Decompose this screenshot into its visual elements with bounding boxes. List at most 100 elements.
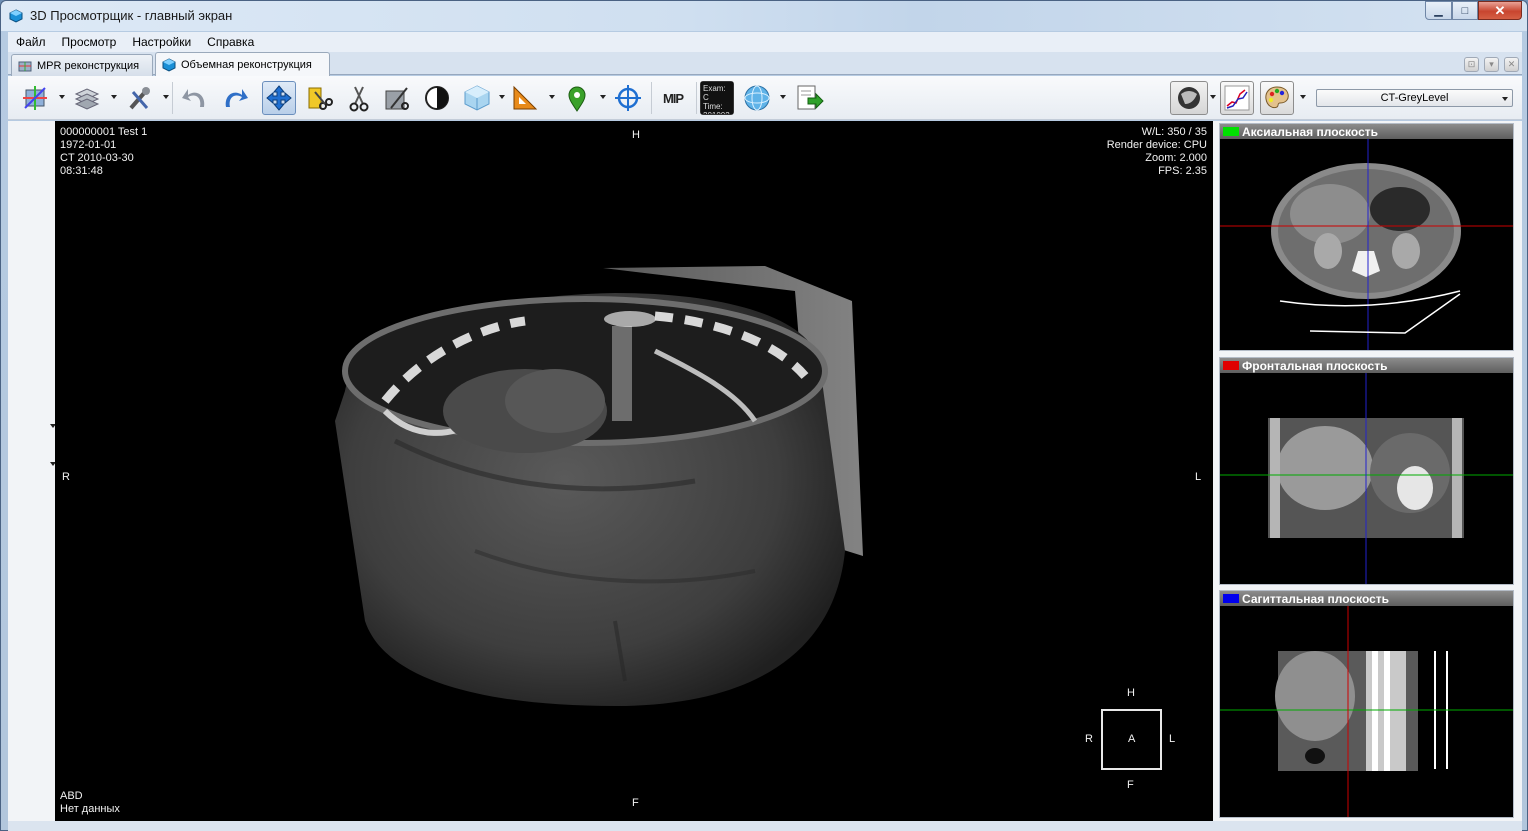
layers-button[interactable] xyxy=(70,81,104,115)
cube-icon xyxy=(464,85,490,111)
undo-button[interactable] xyxy=(178,81,212,115)
cube-tab-icon xyxy=(162,57,176,72)
sagittal-color-swatch xyxy=(1223,594,1239,603)
tab-mpr[interactable]: MPR реконструкция xyxy=(11,54,153,76)
palette-button[interactable] xyxy=(1260,81,1294,115)
maximize-button[interactable]: □ xyxy=(1452,1,1478,20)
frontal-color-swatch xyxy=(1223,361,1239,370)
minimize-button[interactable]: ▁ xyxy=(1425,1,1452,20)
color-preset-value: CT-GreyLevel xyxy=(1380,92,1449,104)
render-mode-icon xyxy=(1178,87,1200,109)
cube-right-label: L xyxy=(1169,733,1176,745)
ruler-triangle-icon xyxy=(513,85,538,110)
fps-value: FPS: 2.35 xyxy=(1158,165,1207,177)
palette-icon xyxy=(1265,86,1289,109)
tools-icon xyxy=(129,87,150,110)
frontal-ct-image xyxy=(1220,373,1513,584)
study-footer: ABD Нет данных xyxy=(60,790,120,816)
histogram-button[interactable] xyxy=(1220,81,1254,115)
histogram-icon xyxy=(1224,85,1250,111)
menu-settings[interactable]: Настройки xyxy=(124,35,199,49)
tab-bar: MPR реконструкция Объемная реконструкция… xyxy=(8,52,1522,76)
sagittal-ct-image xyxy=(1220,606,1513,817)
exam-info-button[interactable]: Exam: C Time: 201002 xyxy=(700,81,734,115)
sagittal-plane-view[interactable]: Сагиттальная плоскость xyxy=(1219,590,1514,818)
axial-plane-header: Аксиальная плоскость xyxy=(1220,124,1513,139)
status-bar xyxy=(8,821,1522,831)
scissors-button[interactable] xyxy=(342,81,376,115)
sphere-button[interactable] xyxy=(740,81,774,115)
menu-view[interactable]: Просмотр xyxy=(54,35,125,49)
sagittal-plane-header: Сагиттальная плоскость xyxy=(1220,591,1513,606)
marker-button[interactable] xyxy=(560,81,594,115)
patient-info: 000000001 Test 1 1972-01-01 CT 2010-03-3… xyxy=(60,126,147,178)
cut-yellow-button[interactable] xyxy=(302,81,336,115)
cube-center-label: A xyxy=(1128,733,1136,745)
axial-ct-image xyxy=(1220,139,1513,350)
window-level: W/L: 350 / 35 xyxy=(1141,126,1207,138)
layers-icon xyxy=(74,88,100,110)
render-info: W/L: 350 / 35 Render device: CPU Zoom: 2… xyxy=(1107,126,1207,178)
app-icon xyxy=(9,9,23,23)
axial-plane-title: Аксиальная плоскость xyxy=(1242,124,1379,139)
tab-volume-label: Объемная реконструкция xyxy=(181,58,312,71)
body-part: ABD xyxy=(60,790,83,802)
left-side-panel xyxy=(8,121,56,821)
no-data-text: Нет данных xyxy=(60,803,120,815)
orientation-right: L xyxy=(1195,471,1202,483)
export-button[interactable] xyxy=(792,81,826,115)
volume-render-viewport[interactable]: 000000001 Test 1 1972-01-01 CT 2010-03-3… xyxy=(55,121,1213,821)
birth-date: 1972-01-01 xyxy=(60,139,117,151)
study-date: CT 2010-03-30 xyxy=(60,152,134,164)
redo-button[interactable] xyxy=(218,81,252,115)
orientation-bottom: F xyxy=(632,797,639,809)
menu-file[interactable]: Файл xyxy=(8,35,54,49)
tab-restore-button[interactable]: ⊡ xyxy=(1464,57,1479,72)
redo-icon xyxy=(225,89,248,107)
ruler-button[interactable] xyxy=(508,81,542,115)
cut-icon xyxy=(308,87,333,110)
undo-icon xyxy=(182,89,205,107)
mpr-orientation-button[interactable] xyxy=(18,81,52,115)
cube-button[interactable] xyxy=(460,81,494,115)
axial-color-swatch xyxy=(1223,127,1239,136)
patient-id: 000000001 Test 1 xyxy=(60,126,148,138)
volume-render-image xyxy=(335,266,1162,770)
axial-plane-view[interactable]: Аксиальная плоскость xyxy=(1219,123,1514,351)
menu-help[interactable]: Справка xyxy=(199,35,262,49)
orientation-top: H xyxy=(632,129,640,141)
tab-close-button[interactable]: ✕ xyxy=(1504,57,1519,72)
crop-button[interactable] xyxy=(380,81,414,115)
chevron-down-icon xyxy=(1502,97,1508,101)
mpr-orientation-icon xyxy=(23,86,47,110)
mip-button[interactable]: MIP xyxy=(656,81,690,115)
scissors-icon xyxy=(349,86,369,112)
close-button[interactable]: ✕ xyxy=(1478,1,1522,20)
crosshair-button[interactable] xyxy=(611,81,645,115)
planes-panel: Аксиальная плоскость Фронтальная плоскос… xyxy=(1213,121,1522,821)
export-icon xyxy=(797,85,824,110)
cube-top-label: H xyxy=(1127,687,1135,699)
contrast-icon xyxy=(425,86,449,110)
color-preset-select[interactable]: CT-GreyLevel xyxy=(1316,89,1513,107)
cube-left-label: R xyxy=(1085,733,1093,745)
menu-bar: Файл Просмотр Настройки Справка xyxy=(8,32,1522,52)
contrast-button[interactable] xyxy=(420,81,454,115)
frontal-plane-header: Фронтальная плоскость xyxy=(1220,358,1513,373)
mip-icon: MIP xyxy=(662,90,684,106)
window-title: 3D Просмотрщик - главный экран xyxy=(30,8,233,23)
render-mode-button[interactable] xyxy=(1170,81,1208,115)
render-device: Render device: CPU xyxy=(1106,139,1207,151)
study-time: 08:31:48 xyxy=(60,165,103,177)
tab-volume[interactable]: Объемная реконструкция xyxy=(155,52,330,76)
location-pin-icon xyxy=(568,86,586,112)
orientation-left: R xyxy=(62,471,70,483)
sphere-icon xyxy=(744,85,770,111)
tab-menu-button[interactable]: ▾ xyxy=(1484,57,1499,72)
pan-button[interactable] xyxy=(262,81,296,115)
exam-time-icon: Exam: C Time: 201002 xyxy=(701,82,733,114)
sagittal-plane-title: Сагиттальная плоскость xyxy=(1242,591,1390,606)
tab-mpr-label: MPR реконструкция xyxy=(37,59,140,72)
tools-button[interactable] xyxy=(122,81,156,115)
frontal-plane-view[interactable]: Фронтальная плоскость xyxy=(1219,357,1514,585)
